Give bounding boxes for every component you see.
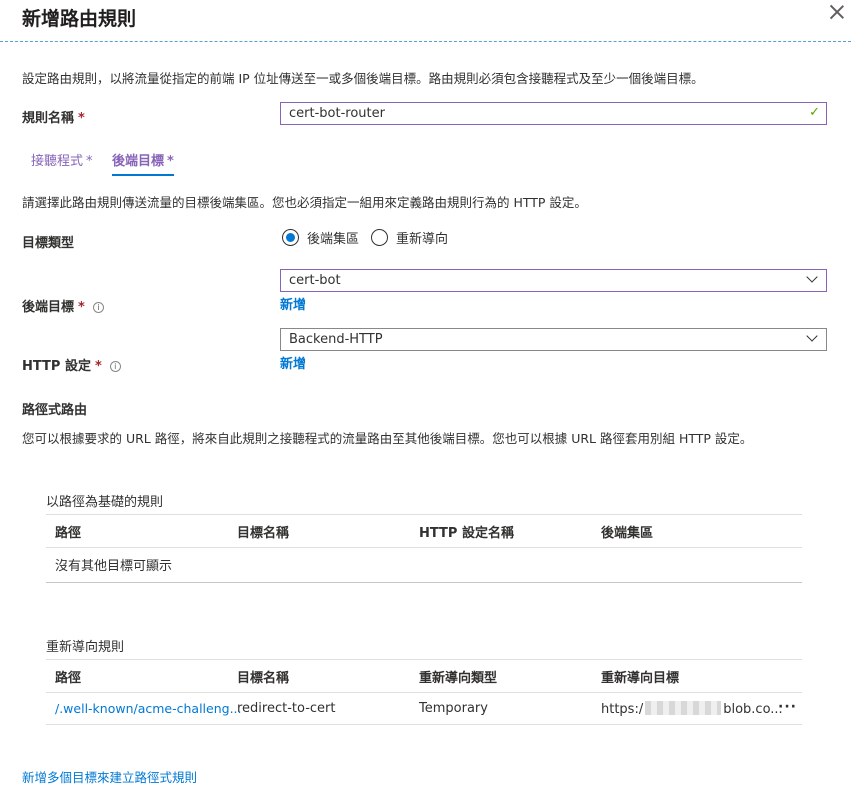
- redirect-url-prefix: https:/: [601, 702, 644, 717]
- redacted-block: [645, 701, 722, 715]
- add-http-setting-link[interactable]: 新增: [280, 353, 306, 372]
- target-type-label: 目標類型: [22, 236, 75, 251]
- backend-target-value: cert-bot: [289, 273, 341, 288]
- backend-target-label-text: 後端目標: [22, 300, 75, 315]
- close-icon[interactable]: [829, 4, 845, 20]
- tab-listener-required: *: [86, 154, 93, 169]
- more-actions-icon[interactable]: ···: [778, 699, 797, 715]
- add-multiple-targets-link[interactable]: 新增多個目標來建立路徑式規則: [22, 767, 197, 786]
- radio-redirect[interactable]: 重新導向: [371, 228, 448, 247]
- grid-divider: [46, 724, 802, 725]
- column-header-path[interactable]: 路徑: [55, 522, 81, 541]
- page-title: 新增路由規則: [22, 8, 137, 30]
- column-header-target-name[interactable]: 目標名稱: [237, 522, 289, 541]
- redirect-target-name: redirect-to-cert: [237, 701, 336, 716]
- info-icon[interactable]: i: [109, 361, 121, 372]
- required-mark: *: [78, 111, 85, 126]
- column-header-backend-pool[interactable]: 後端集區: [601, 522, 653, 541]
- redirect-path-link[interactable]: /.well-known/acme-challeng...: [55, 701, 242, 716]
- grid-divider: [46, 582, 802, 583]
- path-routing-description: 您可以根據要求的 URL 路徑，將來自此規則之接聽程式的流量路由至其他後端目標。…: [22, 431, 753, 446]
- tab-backend-targets-label: 後端目標: [112, 154, 165, 169]
- backend-target-dropdown[interactable]: cert-bot: [280, 269, 827, 292]
- tab-backend-targets[interactable]: 後端目標 *: [112, 150, 174, 176]
- rule-name-input[interactable]: cert-bot-router ✓: [280, 102, 827, 125]
- backend-target-label: 後端目標 * i: [22, 296, 104, 315]
- column-header-redirect-target[interactable]: 重新導向目標: [601, 667, 679, 686]
- redirect-url-suffix: blob.co...: [723, 702, 783, 717]
- rule-name-value: cert-bot-router: [289, 106, 385, 121]
- backend-description: 請選擇此路由規則傳送流量的目標後端集區。您也必須指定一組用來定義路由規則行為的 …: [22, 195, 587, 210]
- path-routing-heading: 路徑式路由: [22, 403, 88, 418]
- rule-name-label-text: 規則名稱: [22, 111, 75, 126]
- column-header-redirect-type[interactable]: 重新導向類型: [419, 667, 497, 686]
- radio-backend-pool[interactable]: 後端集區: [282, 228, 359, 247]
- http-setting-dropdown[interactable]: Backend-HTTP: [280, 328, 827, 351]
- required-mark: *: [78, 300, 85, 315]
- chevron-down-icon: [806, 330, 818, 342]
- grid-divider: [46, 692, 802, 693]
- grid-divider: [46, 659, 802, 660]
- http-setting-label: HTTP 設定 * i: [22, 355, 121, 374]
- http-setting-label-text: HTTP 設定: [22, 359, 91, 374]
- radio-redirect-label: 重新導向: [396, 232, 449, 247]
- redirect-rules-title: 重新導向規則: [46, 640, 125, 655]
- rule-name-label: 規則名稱 *: [22, 107, 85, 126]
- intro-text: 設定路由規則，以將流量從指定的前端 IP 位址傳送至一或多個後端目標。路由規則必…: [22, 71, 704, 86]
- radio-backend-pool-label: 後端集區: [307, 232, 360, 247]
- redirect-type: Temporary: [419, 701, 488, 716]
- column-header-http-setting[interactable]: HTTP 設定名稱: [419, 522, 514, 541]
- grid-divider: [46, 514, 802, 515]
- required-mark: *: [94, 359, 102, 374]
- panel-header: 新增路由規則: [0, 0, 851, 42]
- empty-grid-message: 沒有其他目標可顯示: [55, 559, 173, 574]
- redirect-target-url: https:/ blob.co...: [601, 701, 783, 717]
- header-divider: [0, 41, 851, 42]
- tab-listener[interactable]: 接聽程式 *: [31, 150, 93, 174]
- column-header-target-name[interactable]: 目標名稱: [237, 667, 289, 686]
- path-rules-title: 以路徑為基礎的規則: [46, 495, 164, 510]
- chevron-down-icon: [806, 271, 818, 283]
- tab-backend-targets-required: *: [167, 154, 174, 169]
- radio-unselected-icon: [371, 229, 388, 246]
- tab-listener-label: 接聽程式: [31, 154, 84, 169]
- column-header-path[interactable]: 路徑: [55, 667, 81, 686]
- add-backend-target-link[interactable]: 新增: [280, 294, 306, 313]
- info-icon[interactable]: i: [92, 302, 104, 313]
- valid-check-icon: ✓: [809, 105, 820, 120]
- http-setting-value: Backend-HTTP: [289, 332, 383, 347]
- radio-selected-icon: [282, 229, 299, 246]
- grid-divider: [46, 547, 802, 548]
